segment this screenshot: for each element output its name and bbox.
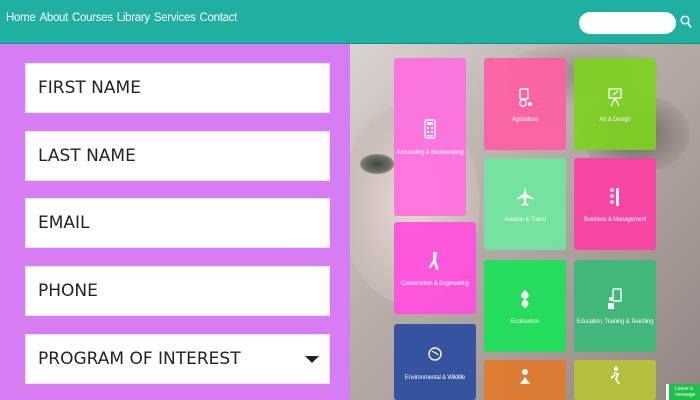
nav-link-home[interactable]: Home (6, 12, 36, 24)
teacher-icon (608, 288, 622, 309)
chevron-down-icon (305, 356, 319, 363)
inquiry-form-panel: PROGRAM OF INTEREST (0, 44, 350, 400)
tile-label: Business & Management (583, 217, 647, 223)
program-of-interest-label: PROGRAM OF INTEREST (38, 349, 241, 369)
chart-icon (610, 188, 619, 206)
tile-label: Ecotourism (510, 319, 539, 325)
tile-label: Construction & Engineering (401, 281, 469, 287)
tile-agriculture[interactable]: Agriculture (484, 58, 566, 150)
tile-label: Accounting & Bookkeeping (396, 150, 464, 156)
nav-link-services[interactable]: Services (154, 12, 196, 24)
nav-link-about[interactable]: About (39, 12, 68, 24)
phone-field[interactable] (25, 266, 330, 316)
tractor-icon (519, 88, 532, 107)
nav-link-courses[interactable]: Courses (72, 12, 113, 24)
leave-message-label: Leave a message (675, 386, 696, 398)
tile-olive[interactable] (574, 360, 656, 400)
tile-label: Agriculture (511, 117, 539, 123)
first-name-field[interactable] (25, 63, 330, 113)
tile-aviation-travel[interactable]: Aviation & Travel (484, 158, 566, 250)
tile-environmental-wildlife[interactable]: Environmental & Wildlife (394, 324, 476, 400)
people-icon (520, 369, 530, 384)
tile-accounting-bookkeeping[interactable]: Accounting & Bookkeeping (394, 58, 466, 216)
top-navigation-bar: Home About Courses Library Services Cont… (0, 0, 700, 44)
wrench-icon (429, 252, 439, 270)
runner-icon (610, 366, 620, 385)
search-input[interactable] (579, 12, 676, 34)
tile-label: Art & Design (599, 117, 631, 123)
search-icon[interactable] (680, 15, 692, 29)
easel-icon (608, 88, 622, 107)
eye-left (360, 154, 394, 174)
tile-ecotourism[interactable]: Ecotourism (484, 260, 566, 352)
nav-link-contact[interactable]: Contact (200, 12, 238, 24)
tile-label: Environmental & Wildlife (404, 375, 466, 381)
leaf-icon (521, 290, 529, 308)
tile-orange[interactable] (484, 360, 566, 400)
email-field[interactable] (25, 198, 330, 248)
nav-link-library[interactable]: Library (117, 12, 150, 24)
program-of-interest-select[interactable]: PROGRAM OF INTEREST (25, 334, 330, 384)
airplane-icon (517, 187, 533, 206)
tile-label: Education, Training & Teaching (576, 319, 654, 325)
calculator-icon (424, 119, 436, 139)
globe-icon (428, 347, 442, 361)
tile-art-design[interactable]: Art & Design (574, 58, 656, 150)
tile-construction-engineering[interactable]: Construction & Engineering (394, 222, 476, 314)
main-nav: Home About Courses Library Services Cont… (6, 12, 237, 24)
leave-message-tab[interactable]: Leave a message (666, 384, 700, 400)
last-name-field[interactable] (25, 131, 330, 181)
tile-label: Aviation & Travel (504, 217, 546, 223)
tile-education-training-teaching[interactable]: Education, Training & Teaching (574, 260, 656, 352)
tile-business-management[interactable]: Business & Management (574, 158, 656, 250)
